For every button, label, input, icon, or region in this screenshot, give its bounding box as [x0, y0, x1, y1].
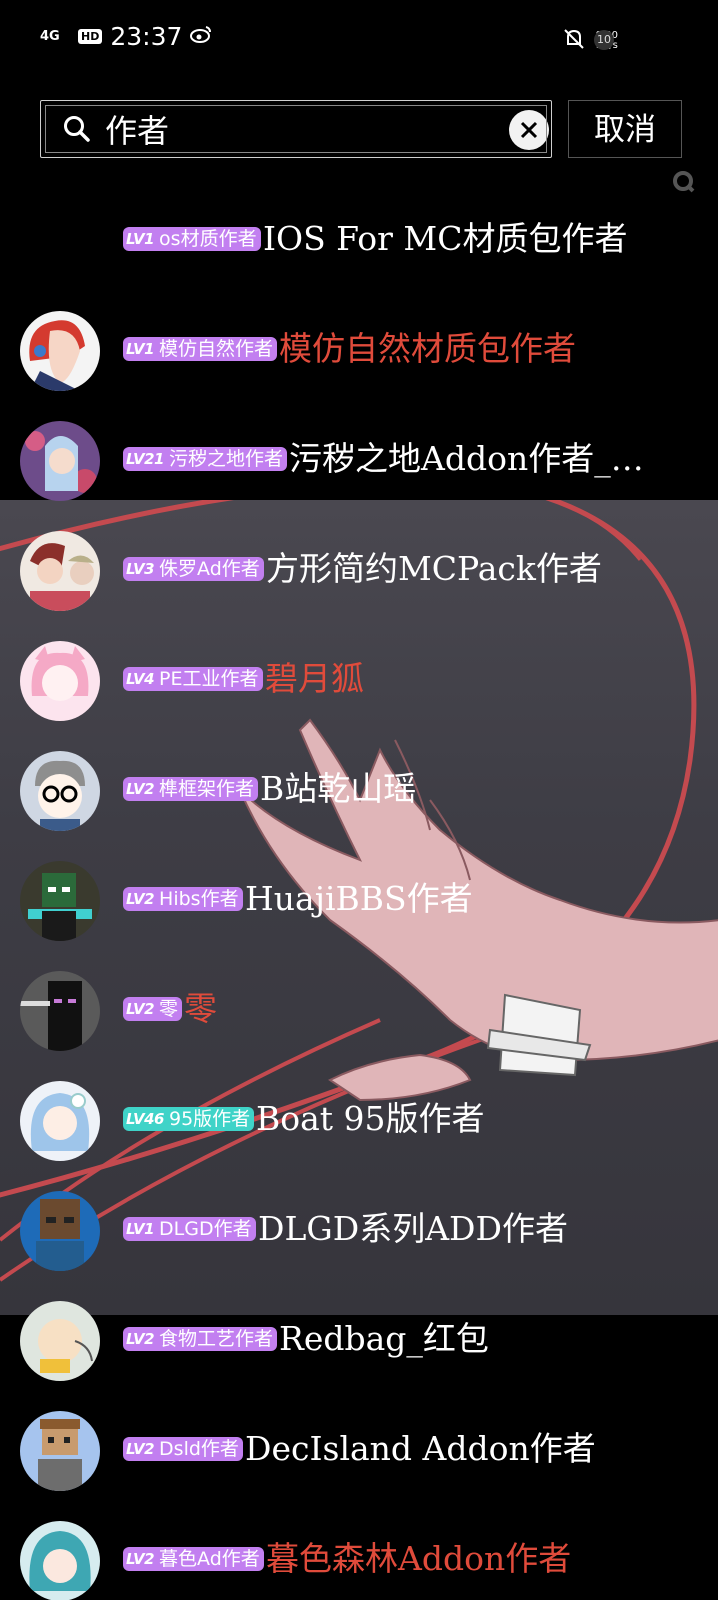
badge-tag: PE工业作者	[159, 668, 259, 690]
badge-tag: 暮色Ad作者	[159, 1548, 260, 1570]
user-badge: LV2 榫框架作者	[123, 777, 259, 801]
result-row[interactable]: LV2 榫框架作者 B站乾山瑶	[0, 735, 718, 845]
signal-indicator: 4G	[40, 28, 60, 44]
username[interactable]: DLGD系列ADD作者	[258, 1207, 568, 1251]
badge-tag: 污秽之地作者	[168, 448, 283, 470]
result-row[interactable]: LV1 DLGD作者 DLGD系列ADD作者	[0, 1175, 718, 1285]
search-icon	[63, 115, 91, 143]
avatar[interactable]	[20, 421, 100, 501]
level-label: LV46	[126, 1110, 164, 1128]
username[interactable]: 碧月狐	[265, 657, 364, 701]
level-label: LV1	[126, 340, 155, 358]
avatar[interactable]	[20, 971, 100, 1051]
result-row[interactable]: LV1 模仿自然作者 模仿自然材质包作者	[0, 295, 718, 405]
status-bar: 4G HD 23:37 9.20 KB/s 10	[0, 0, 718, 80]
badge-tag: DLGD作者	[159, 1218, 252, 1240]
result-row[interactable]: LV1 os材质作者 IOS For MC材质包作者	[0, 185, 718, 295]
username[interactable]: 污秽之地Addon作者_…	[289, 437, 644, 481]
username[interactable]: 零	[184, 987, 217, 1031]
badge-tag: Dsld作者	[159, 1438, 239, 1460]
user-badge: LV1 os材质作者	[123, 227, 261, 251]
level-label: LV1	[126, 1220, 155, 1238]
user-badge: LV1 DLGD作者	[123, 1217, 256, 1241]
avatar[interactable]	[20, 1411, 100, 1491]
badge-tag: 模仿自然作者	[159, 338, 274, 360]
username[interactable]: DecIsland Addon作者	[245, 1427, 596, 1471]
level-label: LV2	[126, 780, 155, 798]
user-badge: LV1 模仿自然作者	[123, 337, 278, 361]
level-label: LV2	[126, 1440, 155, 1458]
username[interactable]: 模仿自然材质包作者	[279, 327, 576, 371]
username[interactable]: B站乾山瑶	[260, 767, 416, 811]
avatar[interactable]	[20, 1191, 100, 1271]
avatar[interactable]	[20, 1521, 100, 1600]
user-badge: LV2 Dsld作者	[123, 1437, 243, 1461]
hd-icon: HD	[78, 29, 103, 44]
user-badge: LV2 暮色Ad作者	[123, 1547, 264, 1571]
result-row[interactable]: LV46 95版作者 Boat 95版作者	[0, 1065, 718, 1175]
avatar[interactable]	[20, 311, 100, 391]
result-row[interactable]: LV3 侏罗Ad作者 方形简约MCPack作者	[0, 515, 718, 625]
username[interactable]: Boat 95版作者	[256, 1097, 485, 1141]
result-row[interactable]: LV2 Hibs作者 HuajiBBS作者	[0, 845, 718, 955]
badge-tag: 零	[159, 998, 179, 1020]
username[interactable]: 暮色森林Addon作者	[266, 1537, 571, 1581]
avatar[interactable]	[20, 1301, 100, 1381]
search-input[interactable]	[105, 109, 475, 149]
avatar[interactable]	[20, 751, 100, 831]
user-badge: LV2 Hibs作者	[123, 887, 243, 911]
clock: 23:37	[110, 22, 183, 51]
avatar[interactable]	[20, 531, 100, 611]
username[interactable]: IOS For MC材质包作者	[263, 217, 627, 261]
badge-tag: 榫框架作者	[159, 778, 255, 800]
username[interactable]: 方形简约MCPack作者	[266, 547, 602, 591]
result-row[interactable]: LV4 PE工业作者 碧月狐	[0, 625, 718, 735]
battery-indicator: 10	[594, 30, 614, 50]
username[interactable]: HuajiBBS作者	[245, 877, 473, 921]
badge-tag: 95版作者	[168, 1108, 251, 1130]
user-badge: LV46 95版作者	[123, 1107, 255, 1131]
user-badge: LV2 零	[123, 997, 183, 1021]
result-row[interactable]: LV2 食物工艺作者 Redbag_红包	[0, 1285, 718, 1395]
level-label: LV2	[126, 1330, 155, 1348]
user-badge: LV3 侏罗Ad作者	[123, 557, 264, 581]
badge-tag: 侏罗Ad作者	[159, 558, 260, 580]
weibo-icon	[190, 25, 212, 48]
user-badge: LV2 食物工艺作者	[123, 1327, 278, 1351]
badge-tag: os材质作者	[159, 228, 257, 250]
badge-tag: Hibs作者	[159, 888, 239, 910]
user-badge: LV4 PE工业作者	[123, 667, 263, 691]
close-icon	[520, 121, 538, 139]
level-label: LV2	[126, 1550, 155, 1568]
cancel-button[interactable]: 取消	[568, 100, 682, 158]
badge-tag: 食物工艺作者	[159, 1328, 274, 1350]
level-label: LV1	[126, 230, 155, 248]
level-label: LV2	[126, 1000, 155, 1018]
avatar[interactable]	[20, 641, 100, 721]
username[interactable]: Redbag_红包	[279, 1317, 489, 1361]
result-row[interactable]: LV2 暮色Ad作者 暮色森林Addon作者	[0, 1505, 718, 1600]
search-bar[interactable]	[40, 100, 552, 158]
result-row[interactable]: LV2 零零	[0, 955, 718, 1065]
level-label: LV2	[126, 890, 155, 908]
clear-search-button[interactable]	[509, 110, 549, 150]
level-label: LV3	[126, 560, 155, 578]
level-label: LV4	[126, 670, 155, 688]
level-label: LV21	[126, 450, 164, 468]
result-row[interactable]: LV2 Dsld作者 DecIsland Addon作者	[0, 1395, 718, 1505]
result-row[interactable]: LV21 污秽之地作者 污秽之地Addon作者_…	[0, 405, 718, 515]
mute-alarm-icon	[564, 28, 584, 54]
user-badge: LV21 污秽之地作者	[123, 447, 287, 471]
avatar[interactable]	[20, 1081, 100, 1161]
avatar[interactable]	[20, 861, 100, 941]
